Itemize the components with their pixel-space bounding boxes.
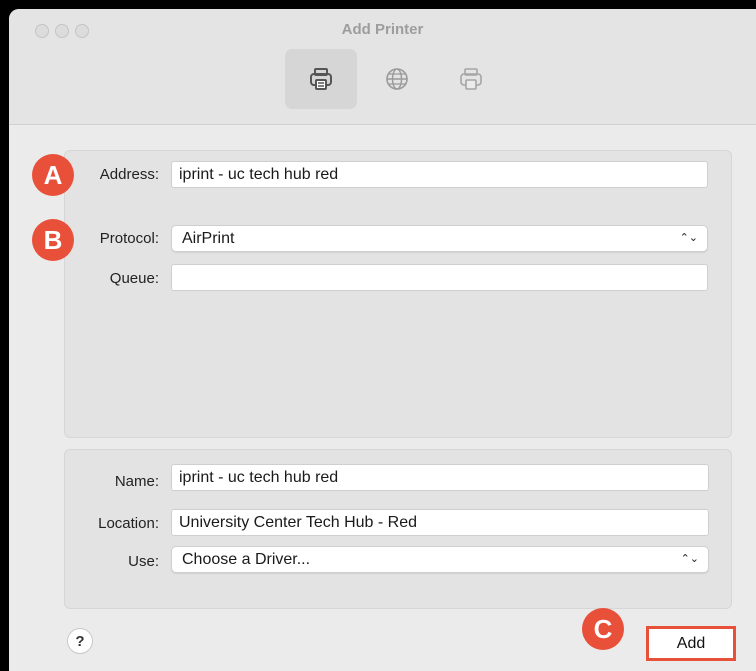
queue-field[interactable] <box>171 264 708 291</box>
name-label: Name: <box>114 473 159 490</box>
address-field[interactable]: iprint - uc tech hub red <box>171 161 708 188</box>
globe-icon <box>386 68 408 90</box>
annotation-badge-c: C <box>582 608 624 650</box>
default-printers-tab[interactable] <box>285 49 357 109</box>
ip-printers-tab[interactable] <box>361 49 433 109</box>
annotation-badge-a: A <box>32 154 74 196</box>
name-field[interactable]: iprint - uc tech hub red <box>171 464 709 491</box>
chevron-updown-icon: ⌃⌄ <box>679 232 698 244</box>
titlebar: Add Printer <box>9 9 756 125</box>
queue-label: Queue: <box>109 270 159 287</box>
annotation-badge-b: B <box>32 219 74 261</box>
protocol-value: AirPrint <box>182 230 235 247</box>
printer-icon <box>310 68 332 90</box>
chevron-updown-icon: ⌃⌄ <box>680 553 699 565</box>
location-label: Location: <box>98 515 159 532</box>
protocol-select[interactable]: AirPrint ⌃⌄ <box>171 225 708 252</box>
use-label: Use: <box>128 553 159 570</box>
location-field[interactable]: University Center Tech Hub - Red <box>171 509 709 536</box>
driver-select[interactable]: Choose a Driver... ⌃⌄ <box>171 546 709 573</box>
printer-outline-icon <box>460 68 482 90</box>
window-title: Add Printer <box>341 21 424 38</box>
add-button[interactable]: Add <box>646 626 736 661</box>
windows-printers-tab[interactable] <box>435 49 507 109</box>
connection-group <box>64 150 732 438</box>
add-printer-window: Add Printer Address: iprint - uc tech hu… <box>9 9 756 671</box>
help-button[interactable]: ? <box>67 628 93 654</box>
driver-value: Choose a Driver... <box>182 551 311 568</box>
